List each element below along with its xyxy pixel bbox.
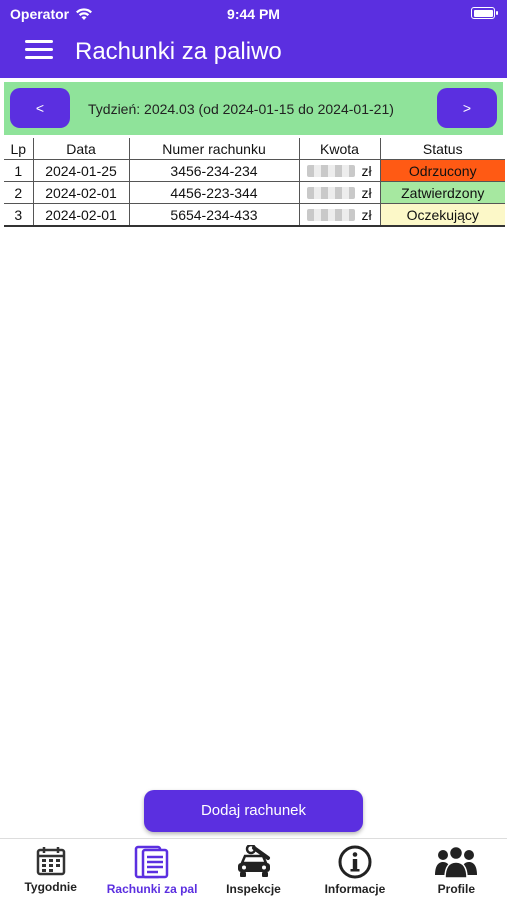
currency-label: zł: [361, 162, 372, 179]
calendar-icon: [36, 847, 65, 876]
document-icon: [134, 845, 169, 879]
row-number: 4456-223-344: [128, 181, 299, 204]
battery-icon: [471, 7, 498, 19]
tab-inspections[interactable]: Inspekcje: [203, 839, 304, 901]
week-selector: < Tydzień: 2024.03 (od 2024-01-15 do 202…: [4, 82, 503, 135]
tab-profile[interactable]: Profile: [406, 839, 507, 901]
row-date: 2024-02-01: [32, 181, 129, 204]
column-header-number: Numer rachunku: [128, 138, 299, 160]
redacted-amount: [307, 186, 356, 199]
tab-weeks[interactable]: Tygodnie: [0, 839, 101, 901]
page-title: Rachunki za paliwo: [75, 38, 282, 65]
status-badge: Zatwierdzony: [379, 181, 505, 204]
currency-label: zł: [361, 184, 372, 201]
column-header-date: Data: [32, 138, 129, 160]
column-header-status: Status: [379, 138, 505, 160]
prev-week-button[interactable]: <: [10, 88, 70, 128]
tab-label: Inspekcje: [226, 882, 281, 896]
row-lp: 1: [4, 159, 33, 182]
status-badge: Odrzucony: [379, 159, 505, 182]
tab-label: Rachunki za pal: [106, 882, 198, 896]
redacted-amount: [307, 208, 356, 221]
row-lp: 2: [4, 181, 33, 204]
table-row[interactable]: 2 2024-02-01 4456-223-344 zł Zatwierdzon…: [4, 181, 505, 204]
row-amount: zł: [298, 181, 380, 204]
row-date: 2024-01-25: [32, 159, 129, 182]
currency-label: zł: [361, 206, 372, 223]
tab-label: Informacje: [324, 882, 386, 896]
table-row[interactable]: 3 2024-02-01 5654-234-433 zł Oczekujący: [4, 203, 505, 227]
tab-fuel-bills[interactable]: Rachunki za pal: [101, 839, 202, 901]
column-header-amount: Kwota: [298, 138, 380, 160]
status-bar: Operator 9:44 PM: [0, 0, 507, 28]
tab-information[interactable]: Informacje: [304, 839, 405, 901]
tab-label: Tygodnie: [24, 880, 77, 894]
people-icon: [435, 845, 478, 879]
bills-table: Lp Data Numer rachunku Kwota Status 1 20…: [4, 138, 505, 227]
bottom-tab-bar: Tygodnie Rachunki za pal Inspekcje Infor…: [0, 838, 507, 901]
add-bill-button[interactable]: Dodaj rachunek: [144, 790, 363, 832]
row-number: 5654-234-433: [128, 203, 299, 227]
status-badge: Oczekujący: [379, 203, 505, 227]
row-number: 3456-234-234: [128, 159, 299, 182]
clock: 9:44 PM: [227, 6, 280, 22]
row-lp: 3: [4, 203, 33, 227]
next-week-button[interactable]: >: [437, 88, 497, 128]
tab-label: Profile: [437, 882, 475, 896]
table-header-row: Lp Data Numer rachunku Kwota Status: [4, 138, 505, 160]
redacted-amount: [307, 164, 356, 177]
hamburger-menu-icon[interactable]: [25, 40, 53, 60]
column-header-lp: Lp: [10, 140, 27, 157]
info-icon: [338, 845, 372, 879]
row-amount: zł: [298, 203, 380, 227]
week-label: Tydzień: 2024.03 (od 2024-01-15 do 2024-…: [88, 101, 394, 117]
row-amount: zł: [298, 159, 380, 182]
table-row[interactable]: 1 2024-01-25 3456-234-234 zł Odrzucony: [4, 159, 505, 182]
row-date: 2024-02-01: [32, 203, 129, 227]
app-header: Operator 9:44 PM Rachunki za paliwo: [0, 0, 507, 78]
car-wrench-icon: [237, 845, 270, 877]
